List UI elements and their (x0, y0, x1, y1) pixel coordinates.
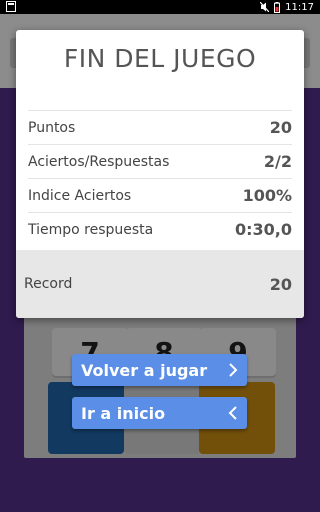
game-over-dialog: FIN DEL JUEGO Puntos 20 Aciertos/Respues… (16, 30, 304, 318)
play-again-button[interactable]: Volver a jugar (72, 354, 247, 386)
go-home-button[interactable]: Ir a inicio (72, 397, 247, 429)
chevron-right-icon (227, 362, 239, 378)
stat-label: Indice Aciertos (28, 187, 132, 204)
stat-row-puntos: Puntos 20 (28, 110, 292, 144)
stat-value: 100% (242, 186, 292, 205)
status-time: 11:17 (285, 1, 314, 13)
record-label: Record (24, 276, 73, 292)
play-again-label: Volver a jugar (81, 360, 208, 380)
stat-label: Aciertos/Respuestas (28, 153, 170, 170)
notification-icon (6, 1, 16, 12)
status-icons: 11:17 (260, 0, 314, 14)
stat-row-indice: Indice Aciertos 100% (28, 178, 292, 212)
status-bar: 11:17 (0, 0, 320, 14)
stat-row-aciertos: Aciertos/Respuestas 2/2 (28, 144, 292, 178)
record-value: 20 (269, 274, 292, 294)
record-section: Record 20 (16, 250, 304, 318)
chevron-left-icon (227, 405, 239, 421)
stat-label: Puntos (28, 119, 76, 136)
stat-row-tiempo: Tiempo respuesta 0:30,0 (28, 212, 292, 246)
go-home-label: Ir a inicio (81, 403, 166, 423)
mute-icon (260, 2, 270, 12)
stats-list: Puntos 20 Aciertos/Respuestas 2/2 Indice… (28, 110, 292, 246)
battery-icon (274, 1, 281, 13)
stat-label: Tiempo respuesta (28, 221, 154, 238)
stat-value: 0:30,0 (234, 220, 292, 239)
stat-value: 20 (269, 118, 292, 137)
stat-value: 2/2 (263, 152, 292, 171)
dialog-title: FIN DEL JUEGO (63, 44, 257, 73)
